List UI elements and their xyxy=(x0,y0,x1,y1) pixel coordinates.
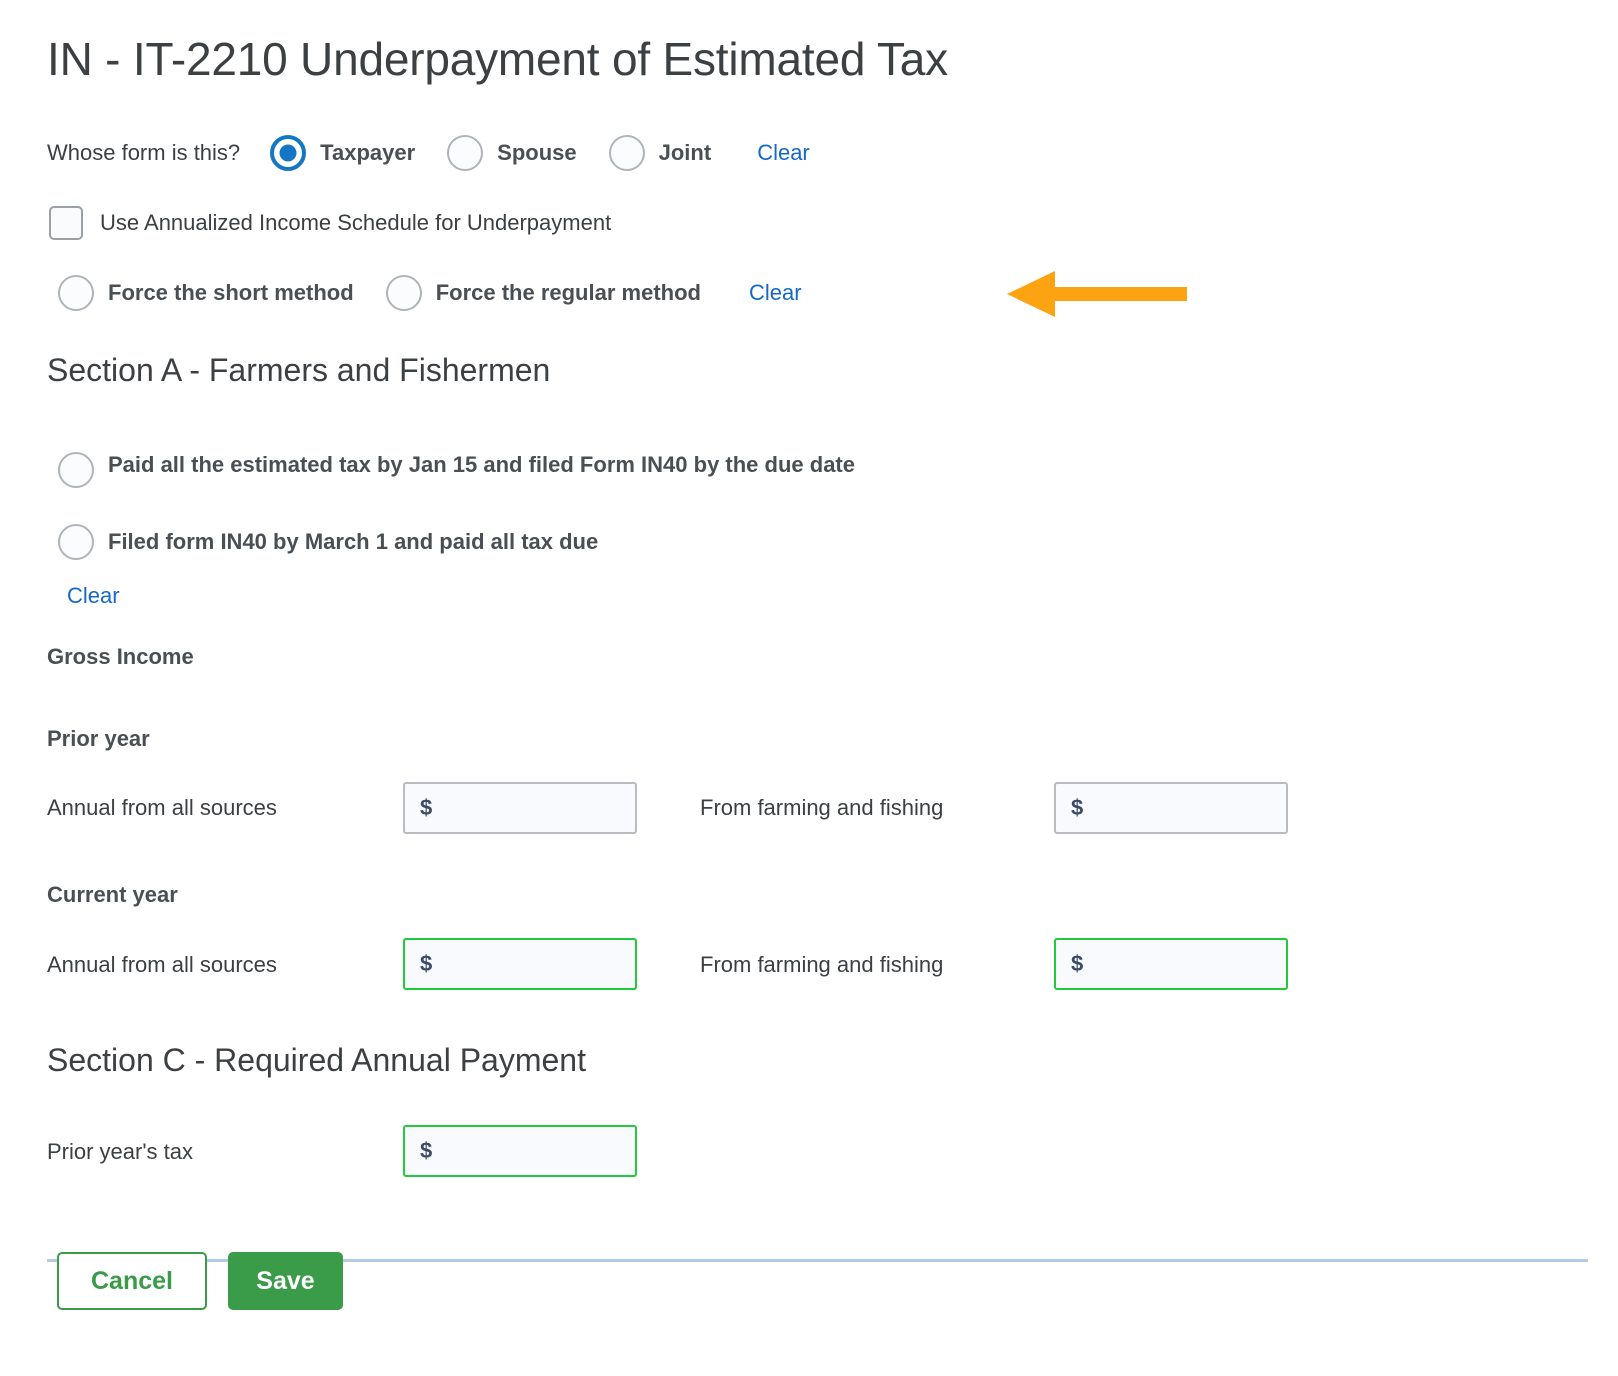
clear-section-a-link[interactable]: Clear xyxy=(67,583,120,609)
dollar-sign-icon: $ xyxy=(1071,951,1084,976)
radio-option-force-short-method[interactable]: Force the short method xyxy=(58,275,354,311)
radio-force-regular-method-icon[interactable] xyxy=(385,275,422,311)
section-a-heading: Section A - Farmers and Fishermen xyxy=(47,352,551,388)
cancel-button[interactable]: Cancel xyxy=(57,1252,207,1310)
page-title: IN - IT-2210 Underpayment of Estimated T… xyxy=(47,33,948,85)
radio-force-short-method-label: Force the short method xyxy=(108,280,354,305)
radio-option-taxpayer[interactable]: Taxpayer xyxy=(270,135,415,171)
current-year-farming-fishing-input[interactable]: $ xyxy=(1054,938,1288,990)
prior-year-heading: Prior year xyxy=(47,726,150,751)
radio-option-filed-by-march1[interactable]: Filed form IN40 by March 1 and paid all … xyxy=(58,524,598,560)
form-page: IN - IT-2210 Underpayment of Estimated T… xyxy=(0,0,1618,1376)
radio-joint-icon[interactable] xyxy=(608,135,645,171)
radio-paid-by-jan15-label: Paid all the estimated tax by Jan 15 and… xyxy=(108,452,855,477)
radio-option-joint[interactable]: Joint xyxy=(608,135,712,171)
radio-spouse-icon[interactable] xyxy=(447,135,484,171)
prior-years-tax-input[interactable]: $ xyxy=(403,1125,637,1177)
clear-whose-form-link[interactable]: Clear xyxy=(757,140,810,166)
radio-taxpayer-icon[interactable] xyxy=(270,135,307,171)
radio-filed-by-march1-label: Filed form IN40 by March 1 and paid all … xyxy=(108,529,599,554)
dollar-sign-icon: $ xyxy=(420,795,433,820)
annualized-checkbox-row[interactable]: Use Annualized Income Schedule for Under… xyxy=(49,206,611,240)
force-method-row: Force the short method Force the regular… xyxy=(58,275,802,311)
prior-year-farming-fishing-input[interactable]: $ xyxy=(1054,782,1288,834)
radio-taxpayer-label: Taxpayer xyxy=(320,140,416,165)
save-button[interactable]: Save xyxy=(228,1252,343,1310)
radio-joint-label: Joint xyxy=(658,140,712,165)
prior-year-annual-all-sources-label: Annual from all sources xyxy=(47,795,277,820)
radio-filed-by-march1-icon[interactable] xyxy=(58,524,94,560)
dollar-sign-icon: $ xyxy=(420,1138,433,1163)
prior-year-farming-fishing-label: From farming and fishing xyxy=(700,795,944,820)
whose-form-row: Whose form is this? Taxpayer Spouse Join… xyxy=(47,135,810,171)
current-year-farming-fishing-label: From farming and fishing xyxy=(700,952,944,977)
current-year-annual-all-sources-input[interactable]: $ xyxy=(403,938,637,990)
dollar-sign-icon: $ xyxy=(420,951,433,976)
section-c-heading: Section C - Required Annual Payment xyxy=(47,1042,586,1078)
clear-force-method-link[interactable]: Clear xyxy=(749,280,802,306)
arrow-left-annotation-icon xyxy=(1007,271,1187,319)
radio-spouse-label: Spouse xyxy=(497,140,577,165)
radio-option-force-regular-method[interactable]: Force the regular method xyxy=(385,275,701,311)
radio-force-short-method-icon[interactable] xyxy=(58,275,94,311)
radio-option-spouse[interactable]: Spouse xyxy=(447,135,577,171)
prior-years-tax-label: Prior year's tax xyxy=(47,1139,194,1164)
current-year-heading: Current year xyxy=(47,882,178,907)
dollar-sign-icon: $ xyxy=(1071,795,1084,820)
radio-paid-by-jan15-icon[interactable] xyxy=(58,452,94,488)
current-year-annual-all-sources-label: Annual from all sources xyxy=(47,952,277,977)
annualized-checkbox-label: Use Annualized Income Schedule for Under… xyxy=(100,210,612,235)
radio-option-paid-by-jan15[interactable]: Paid all the estimated tax by Jan 15 and… xyxy=(58,447,938,488)
radio-force-regular-method-label: Force the regular method xyxy=(435,280,701,305)
prior-year-annual-all-sources-input[interactable]: $ xyxy=(403,782,637,834)
gross-income-heading: Gross Income xyxy=(47,644,194,669)
annualized-checkbox[interactable] xyxy=(49,206,83,240)
whose-form-label: Whose form is this? xyxy=(47,140,241,165)
